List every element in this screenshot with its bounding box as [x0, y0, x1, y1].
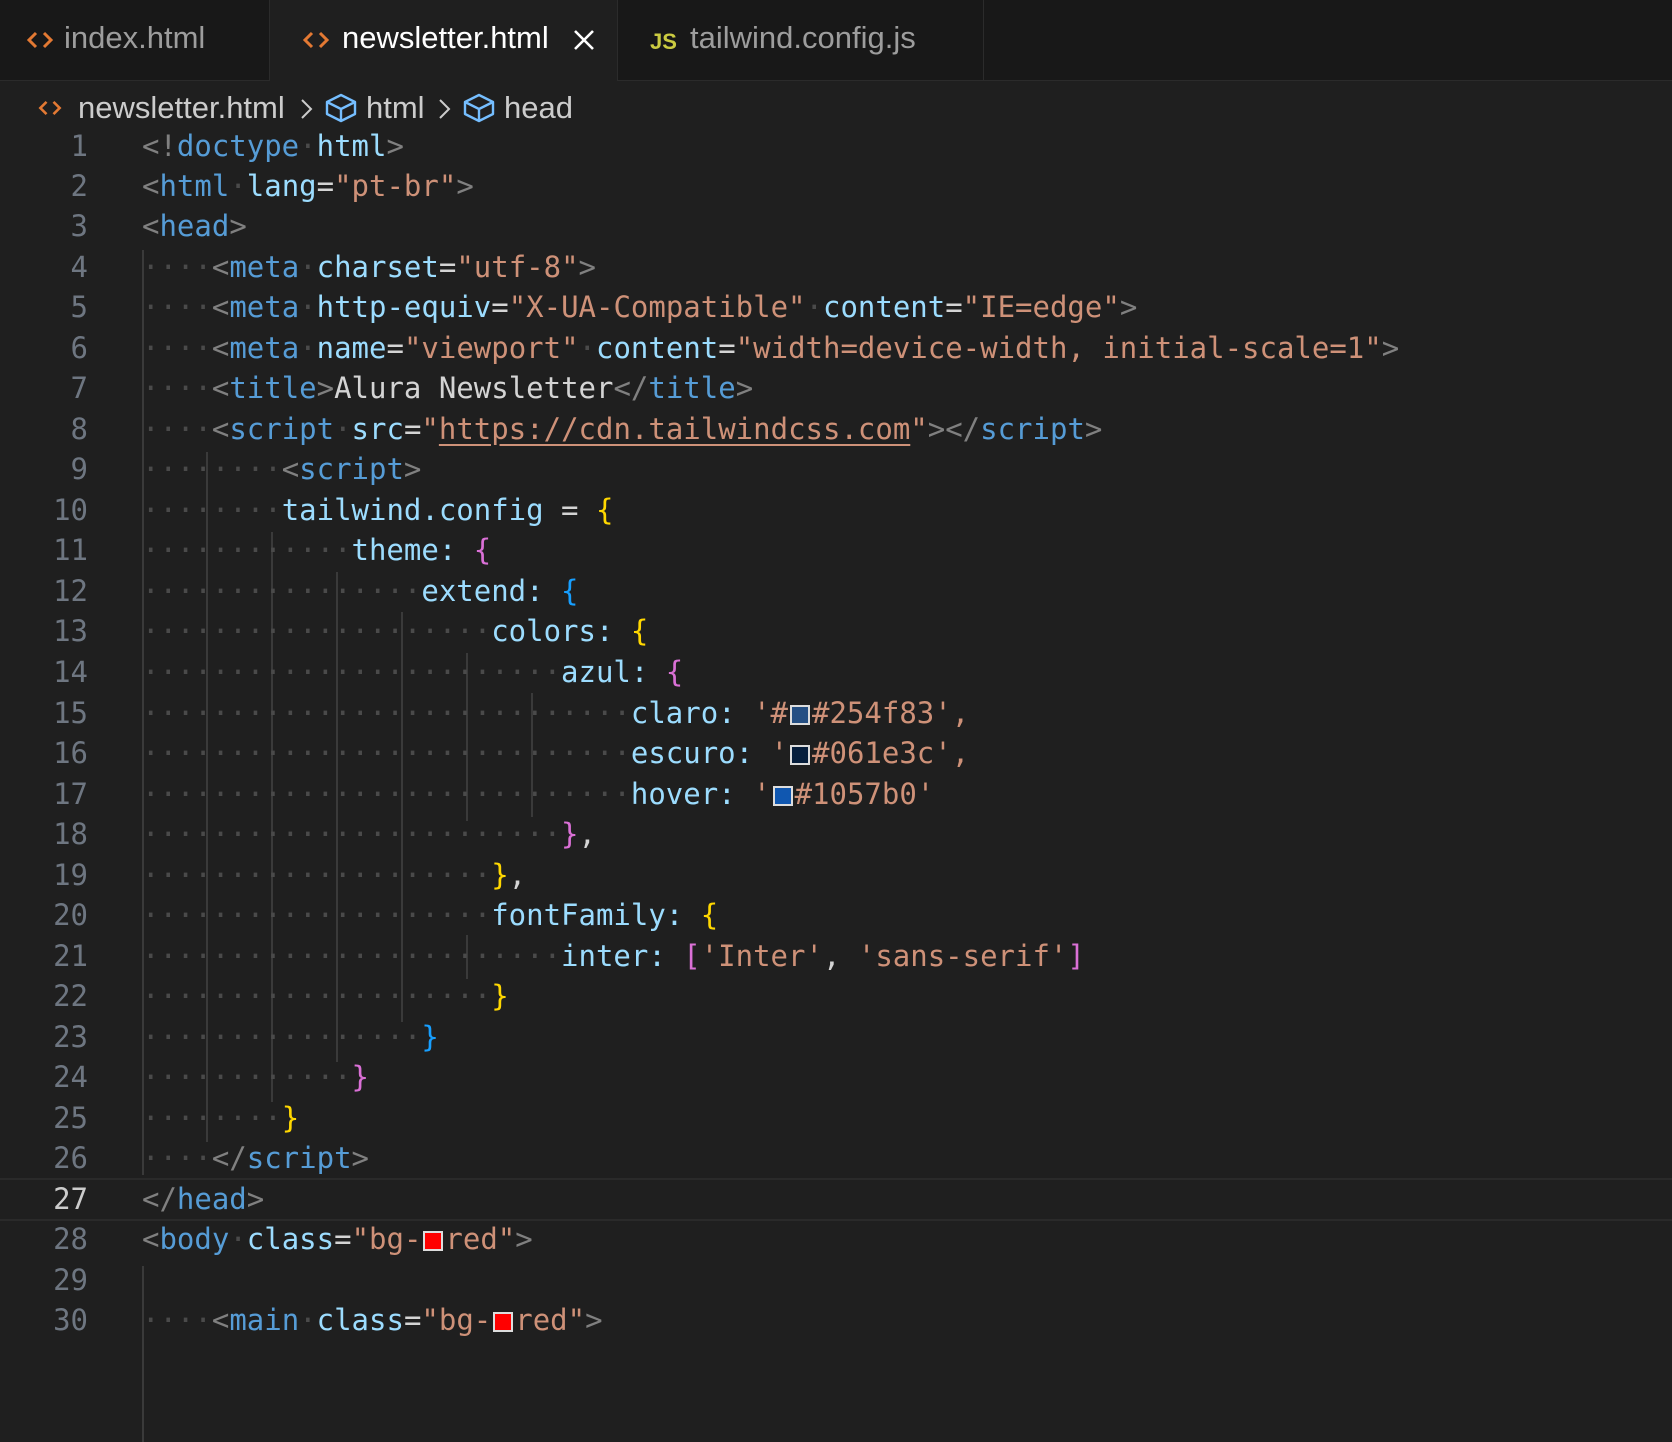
line-number: 2 [70, 169, 88, 203]
code-line: 11 ············theme: { [0, 529, 1672, 572]
line-number: 23 [53, 1020, 88, 1054]
line-number: 30 [53, 1303, 88, 1337]
line-number: 5 [70, 290, 88, 324]
color-swatch[interactable] [423, 1231, 444, 1251]
code-line: 14 ························azul: { [0, 651, 1672, 694]
chevron-right-icon [439, 99, 451, 119]
line-number: 6 [70, 331, 88, 365]
code-line: 4 ····<meta·charset="utf-8"> [0, 246, 1672, 289]
breadcrumb-item-head[interactable]: head [504, 90, 573, 126]
line-number: 24 [53, 1060, 88, 1094]
line-number: 21 [53, 939, 88, 973]
code-line: 21 ························inter: ['Inte… [0, 935, 1672, 978]
tab-label: newsletter.html [342, 20, 549, 55]
line-number: 16 [53, 736, 88, 770]
cube-icon [463, 93, 495, 123]
line-number: 4 [70, 250, 88, 284]
line-number: 25 [53, 1101, 88, 1135]
color-swatch[interactable] [772, 786, 793, 806]
code-line: 8 ····<script·src="https://cdn.tailwindc… [0, 408, 1672, 451]
code-line: 2 <html·lang="pt-br"> [0, 165, 1672, 208]
code-line: 3 <head> [0, 205, 1672, 248]
code-line: 25 ········} [0, 1097, 1672, 1140]
code-line: 13 ····················colors: { [0, 610, 1672, 653]
tab-index-html[interactable]: index.html [0, 0, 270, 80]
code-line: 7 ····<title>Alura Newsletter</title> [0, 367, 1672, 410]
color-swatch[interactable] [790, 705, 811, 725]
line-number: 10 [53, 493, 88, 527]
line-number: 11 [53, 533, 88, 567]
line-number: 7 [70, 371, 88, 405]
line-number: 3 [70, 209, 88, 243]
code-line: 16 ····························escuro: '… [0, 732, 1672, 775]
code-line: 6 ····<meta·name="viewport"·content="wid… [0, 327, 1672, 370]
breadcrumb-item-file[interactable]: newsletter.html [78, 90, 285, 126]
code-line: 23 ················} [0, 1016, 1672, 1059]
line-number: 28 [53, 1222, 88, 1256]
color-swatch[interactable] [790, 745, 811, 765]
code-line: 19 ····················}, [0, 854, 1672, 897]
html-code-icon [26, 31, 54, 49]
line-number: 13 [53, 614, 88, 648]
tab-newsletter-html[interactable]: newsletter.html [270, 0, 618, 81]
line-number: 20 [53, 898, 88, 932]
line-number: 18 [53, 817, 88, 851]
code-line: 29 [0, 1259, 1672, 1302]
code-line: 12 ················extend: { [0, 570, 1672, 613]
code-line: 24 ············} [0, 1056, 1672, 1099]
code-line: 22 ····················} [0, 975, 1672, 1018]
cube-icon [325, 93, 357, 123]
line-number: 12 [53, 574, 88, 608]
tab-tailwind-config-js[interactable]: JS tailwind.config.js [618, 0, 984, 80]
line-number: 22 [53, 979, 88, 1013]
close-icon[interactable] [570, 26, 598, 54]
line-number: 1 [70, 129, 88, 163]
code-line: 10 ········tailwind.config = { [0, 489, 1672, 532]
code-line: 9 ········<script> [0, 448, 1672, 491]
chevron-right-icon [301, 99, 313, 119]
code-line: 18 ························}, [0, 813, 1672, 856]
code-line: 30 ····<main·class="bg-red"> [0, 1299, 1672, 1342]
js-file-icon: JS [650, 29, 677, 54]
code-line: 17 ····························hover: ' #… [0, 773, 1672, 816]
tab-label: index.html [64, 20, 206, 55]
tab-label: tailwind.config.js [690, 20, 916, 55]
code-line-current: 27 </head> [0, 1178, 1672, 1221]
code-line: 26 ····</script> [0, 1137, 1672, 1180]
color-swatch[interactable] [493, 1312, 514, 1332]
code-line: 15 ····························claro: '#… [0, 692, 1672, 735]
line-number: 29 [53, 1263, 88, 1297]
line-number: 17 [53, 777, 88, 811]
line-number: 8 [70, 412, 88, 446]
breadcrumb-item-html[interactable]: html [366, 90, 425, 126]
code-line: 20 ····················fontFamily: { [0, 894, 1672, 937]
html-code-icon [302, 31, 330, 49]
line-number: 9 [70, 452, 88, 486]
script-src-link[interactable]: https://cdn.tailwindcss.com [439, 412, 910, 446]
line-number: 19 [53, 858, 88, 892]
code-line: 5 ····<meta·http-equiv="X-UA-Compatible"… [0, 286, 1672, 329]
line-number: 14 [53, 655, 88, 689]
code-line: 1 <!doctype·html> [0, 125, 1672, 168]
line-number: 26 [53, 1141, 88, 1175]
line-number: 27 [53, 1182, 88, 1216]
code-editor[interactable]: 1 <!doctype·html> 2 <html·lang="pt-br"> … [0, 129, 1672, 1442]
code-line: 28 <body·class="bg-red"> [0, 1218, 1672, 1261]
line-number: 15 [53, 696, 88, 730]
html-code-icon [38, 100, 62, 116]
editor-tab-bar: index.html newsletter.html JS tailwind.c… [0, 0, 1672, 81]
